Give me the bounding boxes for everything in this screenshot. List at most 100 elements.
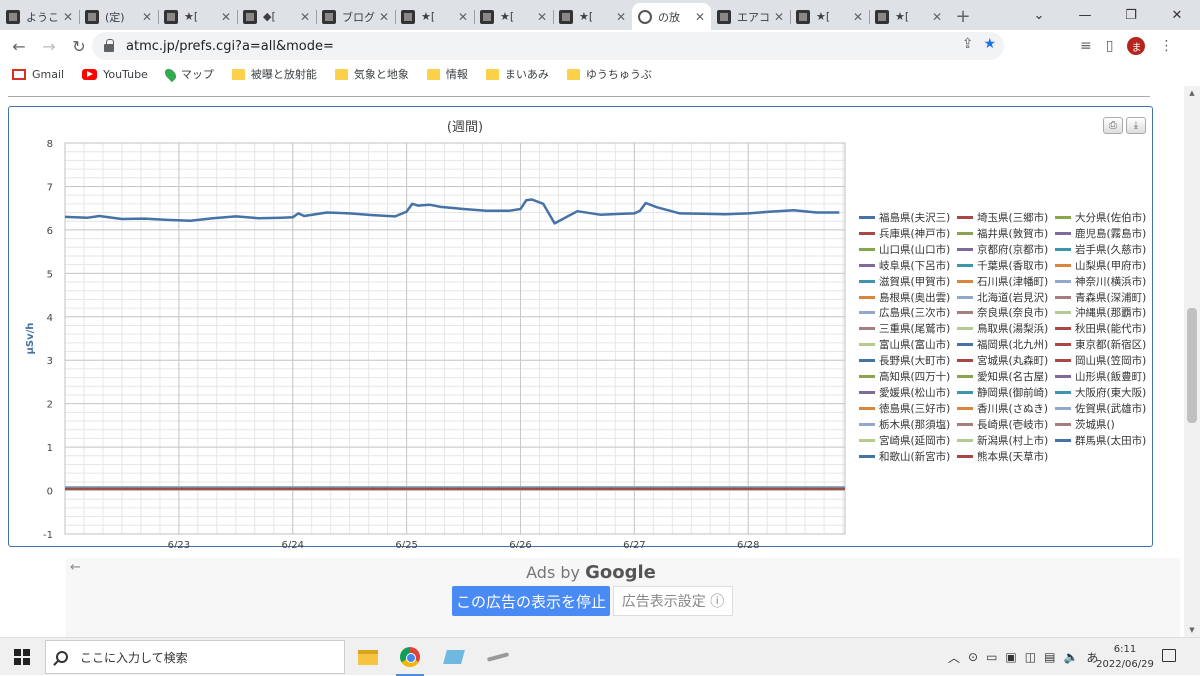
browser-tab[interactable]: ★[✕	[553, 3, 632, 30]
legend-item[interactable]: 和歌山(新宮市)	[859, 449, 950, 464]
address-bar[interactable]: atmc.jp/prefs.cgi?a=all&mode= ⇪ ★	[92, 32, 1004, 60]
legend-item[interactable]: 大分県(佐伯市)	[1055, 210, 1146, 225]
legend-item[interactable]: 長野県(大町市)	[859, 353, 950, 368]
bookmark-item[interactable]: YouTube	[82, 68, 148, 81]
file-explorer-taskbar-icon[interactable]	[350, 642, 386, 672]
browser-tab[interactable]: ★[✕	[395, 3, 474, 30]
side-panel-icon[interactable]: ▯	[1106, 38, 1114, 54]
minimize-button[interactable]: —	[1062, 0, 1108, 30]
legend-item[interactable]: 京都府(京都市)	[957, 242, 1048, 257]
legend-item[interactable]: 広島県(三次市)	[859, 305, 950, 320]
legend-item[interactable]: 愛知県(名古屋)	[957, 369, 1048, 384]
legend-item[interactable]: 長崎県(壱岐市)	[957, 417, 1048, 432]
legend-item[interactable]: 栃木県(那須塩)	[859, 417, 950, 432]
browser-tab[interactable]: ★[✕	[474, 3, 553, 30]
reading-list-icon[interactable]: ≡	[1080, 38, 1092, 54]
app-taskbar-icon[interactable]	[436, 642, 472, 672]
legend-item[interactable]: 鳥取県(湯梨浜)	[957, 321, 1048, 336]
notification-icon[interactable]	[1162, 649, 1176, 662]
legend-item[interactable]: 千葉県(香取市)	[957, 258, 1048, 273]
pen-taskbar-icon[interactable]	[480, 642, 516, 672]
lock-icon[interactable]	[104, 39, 114, 52]
scroll-thumb[interactable]	[1187, 308, 1197, 423]
browser-tab[interactable]: (定) ✕	[79, 3, 158, 30]
legend-item[interactable]: 石川県(津幡町)	[957, 274, 1048, 289]
ad-settings-button[interactable]: 広告表示設定 ⓘ	[613, 586, 733, 616]
legend-item[interactable]: 新潟県(村上市)	[957, 433, 1048, 448]
legend-item[interactable]: 沖縄県(那覇市)	[1055, 305, 1146, 320]
tab-close-icon[interactable]: ✕	[379, 10, 389, 24]
tab-search-icon[interactable]: ⌄	[1016, 0, 1062, 30]
tab-close-icon[interactable]: ✕	[695, 10, 705, 24]
legend-item[interactable]: 岐阜県(下呂市)	[859, 258, 950, 273]
legend-item[interactable]: 福島県(夫沢三)	[859, 210, 950, 225]
bookmark-star-icon[interactable]: ★	[983, 36, 996, 52]
battery-icon[interactable]: ▭	[986, 650, 997, 664]
page-scrollbar[interactable]: ▲ ▼	[1184, 86, 1200, 637]
browser-tab[interactable]: ようこ ✕	[0, 3, 79, 30]
browser-tab[interactable]: ◆[✕	[237, 3, 316, 30]
tab-close-icon[interactable]: ✕	[458, 10, 468, 24]
legend-item[interactable]: 高知県(四万十)	[859, 369, 950, 384]
restore-button[interactable]: ❐	[1108, 0, 1154, 30]
legend-item[interactable]: 群馬県(太田市)	[1055, 433, 1146, 448]
browser-tab[interactable]: エアコ ✕	[711, 3, 790, 30]
legend-item[interactable]: 大阪府(東大阪)	[1055, 385, 1146, 400]
tab-close-icon[interactable]: ✕	[932, 10, 942, 24]
legend-item[interactable]: 山口県(山口市)	[859, 242, 950, 257]
legend-item[interactable]: 島根県(奥出雲)	[859, 290, 950, 305]
scroll-down-arrow-icon[interactable]: ▼	[1184, 623, 1200, 637]
bookmark-item[interactable]: 情報	[426, 66, 468, 82]
bookmark-item[interactable]: マップ	[162, 66, 214, 82]
legend-item[interactable]: 山梨県(甲府市)	[1055, 258, 1146, 273]
tab-close-icon[interactable]: ✕	[300, 10, 310, 24]
tray-overflow-chevron-icon[interactable]: ︿	[948, 649, 960, 666]
back-button[interactable]: ←	[4, 31, 34, 61]
legend-item[interactable]: 山形県(飯豊町)	[1055, 369, 1146, 384]
legend-item[interactable]: 滋賀県(甲賀市)	[859, 274, 950, 289]
legend-item[interactable]: 茨城県()	[1055, 417, 1115, 432]
legend-item[interactable]: 福岡県(北九州)	[957, 337, 1048, 352]
legend-item[interactable]: 徳島県(三好市)	[859, 401, 950, 416]
legend-item[interactable]: 福井県(敦賀市)	[957, 226, 1048, 241]
bookmark-item[interactable]: ゆうちゅうぶ	[566, 66, 652, 82]
legend-item[interactable]: 三重県(尾鷲市)	[859, 321, 950, 336]
bookmark-item[interactable]: 気象と地象	[334, 66, 409, 82]
legend-item[interactable]: 香川県(さぬき)	[957, 401, 1048, 416]
legend-item[interactable]: 富山県(富山市)	[859, 337, 950, 352]
legend-item[interactable]: 東京都(新宿区)	[1055, 337, 1146, 352]
url-text[interactable]: atmc.jp/prefs.cgi?a=all&mode=	[126, 39, 334, 54]
bookmark-item[interactable]: Gmail	[12, 68, 64, 81]
meet-icon[interactable]: ▤	[1044, 650, 1055, 664]
network-icon[interactable]: ◫	[1025, 650, 1036, 664]
new-tab-button[interactable]: +	[948, 3, 978, 30]
browser-tab[interactable]: ★[✕	[158, 3, 237, 30]
taskbar-clock[interactable]: 6:11 2022/06/29	[1095, 642, 1155, 672]
browser-tab[interactable]: ★[✕	[869, 3, 948, 30]
tab-close-icon[interactable]: ✕	[221, 10, 231, 24]
stop-ad-button[interactable]: この広告の表示を停止	[452, 586, 610, 616]
volume-icon[interactable]: 🔈	[1063, 650, 1078, 664]
legend-item[interactable]: 宮城県(丸森町)	[957, 353, 1048, 368]
print-chart-button[interactable]: ⎙	[1103, 117, 1123, 134]
close-window-button[interactable]: ✕	[1154, 0, 1200, 30]
tab-close-icon[interactable]: ✕	[537, 10, 547, 24]
reload-button[interactable]: ↻	[64, 31, 94, 61]
browser-tab[interactable]: ブログ ✕	[316, 3, 395, 30]
tray-app-icon[interactable]: ⊙	[968, 650, 978, 664]
taskbar-search-input[interactable]: ここに入力して検索	[45, 640, 345, 674]
tab-close-icon[interactable]: ✕	[63, 10, 73, 24]
legend-item[interactable]: 宮崎県(延岡市)	[859, 433, 950, 448]
legend-item[interactable]: 兵庫県(神戸市)	[859, 226, 950, 241]
bookmark-item[interactable]: まいあみ	[485, 66, 549, 82]
share-icon[interactable]: ⇪	[962, 36, 974, 52]
legend-item[interactable]: 岡山県(笠岡市)	[1055, 353, 1146, 368]
browser-tab[interactable]: の放 ✕	[632, 3, 711, 30]
browser-tab[interactable]: ★[✕	[790, 3, 869, 30]
legend-item[interactable]: 静岡県(御前崎)	[957, 385, 1048, 400]
legend-item[interactable]: 岩手県(久慈市)	[1055, 242, 1146, 257]
tab-close-icon[interactable]: ✕	[853, 10, 863, 24]
legend-item[interactable]: 鹿児島(霧島市)	[1055, 226, 1146, 241]
legend-item[interactable]: 佐賀県(武雄市)	[1055, 401, 1146, 416]
scroll-up-arrow-icon[interactable]: ▲	[1184, 86, 1200, 100]
